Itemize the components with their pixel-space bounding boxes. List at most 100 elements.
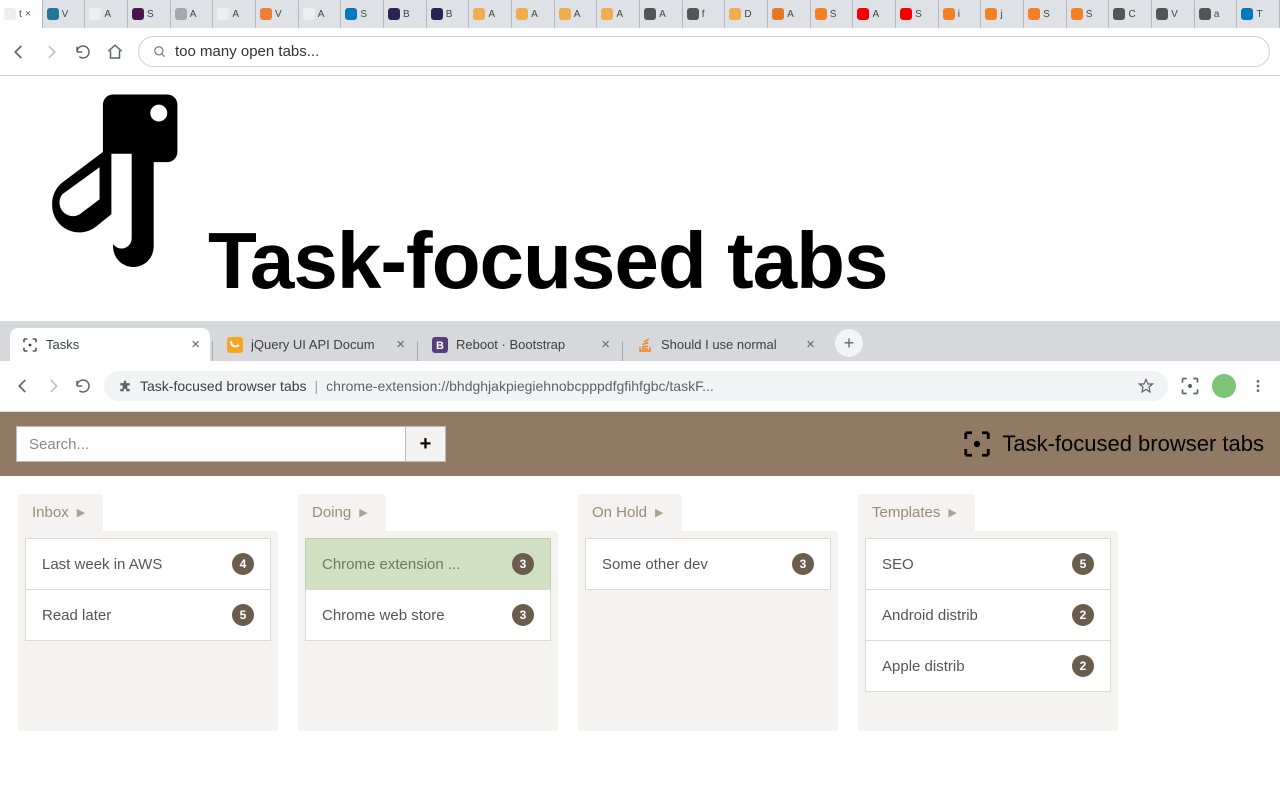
top-tab[interactable]: i bbox=[939, 0, 982, 28]
top-tab[interactable]: V bbox=[43, 0, 86, 28]
top-tab[interactable]: A bbox=[555, 0, 598, 28]
top-tab[interactable]: A bbox=[213, 0, 256, 28]
column-header[interactable]: Templates▶ bbox=[858, 494, 975, 531]
extension-title: Task-focused browser tabs bbox=[1002, 431, 1264, 457]
forward-icon[interactable] bbox=[44, 377, 62, 395]
add-button[interactable]: + bbox=[406, 426, 446, 462]
search-icon bbox=[153, 45, 167, 59]
task-card[interactable]: Some other dev3 bbox=[585, 538, 831, 590]
tab-label: T bbox=[1256, 9, 1262, 20]
browser-tab[interactable]: jQuery UI API Docum× bbox=[215, 328, 415, 361]
tab-label: V bbox=[1171, 9, 1178, 20]
favicon bbox=[217, 8, 229, 20]
tab-label: A bbox=[318, 9, 325, 20]
top-tab[interactable]: D bbox=[725, 0, 768, 28]
back-icon[interactable] bbox=[10, 43, 28, 61]
top-tab[interactable]: A bbox=[640, 0, 683, 28]
task-card[interactable]: Chrome extension ...3 bbox=[305, 538, 551, 590]
favicon bbox=[1156, 8, 1168, 20]
top-tab[interactable]: S bbox=[1067, 0, 1110, 28]
card-label: Android distrib bbox=[882, 607, 978, 624]
card-label: Chrome web store bbox=[322, 607, 445, 624]
top-tab[interactable]: A bbox=[469, 0, 512, 28]
column-body: Some other dev3 bbox=[578, 531, 838, 731]
hero: Task-focused tabs bbox=[0, 76, 1280, 316]
omnibox-ext-name: Task-focused browser tabs bbox=[140, 378, 307, 394]
task-card[interactable]: Apple distrib2 bbox=[865, 640, 1111, 692]
top-tab[interactable]: C bbox=[1109, 0, 1152, 28]
tab-label: f bbox=[702, 9, 705, 20]
top-tab[interactable]: B bbox=[384, 0, 427, 28]
task-card[interactable]: Android distrib2 bbox=[865, 589, 1111, 641]
second-omnibox[interactable]: Task-focused browser tabs | chrome-exten… bbox=[104, 371, 1168, 401]
top-tab[interactable]: S bbox=[341, 0, 384, 28]
top-tab[interactable]: S bbox=[1024, 0, 1067, 28]
top-tab[interactable]: A bbox=[299, 0, 342, 28]
avatar[interactable] bbox=[1212, 374, 1236, 398]
top-tab[interactable]: V bbox=[256, 0, 299, 28]
column-header[interactable]: Inbox▶ bbox=[18, 494, 103, 531]
top-tab[interactable]: S bbox=[896, 0, 939, 28]
column-header[interactable]: Doing▶ bbox=[298, 494, 386, 531]
extension-header: + Task-focused browser tabs bbox=[0, 412, 1280, 476]
hero-title: Task-focused tabs bbox=[208, 221, 887, 306]
top-tab[interactable]: j bbox=[981, 0, 1024, 28]
top-tab[interactable]: A bbox=[768, 0, 811, 28]
back-icon[interactable] bbox=[14, 377, 32, 395]
top-tab[interactable]: S bbox=[128, 0, 171, 28]
browser-tab[interactable]: BReboot · Bootstrap× bbox=[420, 328, 620, 361]
tab-label: S bbox=[915, 9, 922, 20]
close-icon[interactable]: × bbox=[25, 8, 31, 20]
tab-label: A bbox=[659, 9, 666, 20]
home-icon[interactable] bbox=[106, 43, 124, 61]
top-tab[interactable]: V bbox=[1152, 0, 1195, 28]
close-icon[interactable]: × bbox=[191, 336, 200, 353]
favicon: B bbox=[432, 337, 448, 353]
search-input[interactable] bbox=[16, 426, 406, 462]
task-card[interactable]: Chrome web store3 bbox=[305, 589, 551, 641]
task-card[interactable]: Read later5 bbox=[25, 589, 271, 641]
top-tab[interactable]: t× bbox=[0, 0, 43, 28]
star-icon[interactable] bbox=[1138, 378, 1154, 394]
close-icon[interactable]: × bbox=[601, 336, 610, 353]
top-tab[interactable]: A bbox=[171, 0, 214, 28]
favicon bbox=[1199, 8, 1211, 20]
tab-label: V bbox=[275, 9, 282, 20]
reload-icon[interactable] bbox=[74, 43, 92, 61]
top-tab[interactable]: B bbox=[427, 0, 470, 28]
task-card[interactable]: Last week in AWS4 bbox=[25, 538, 271, 590]
forward-icon[interactable] bbox=[42, 43, 60, 61]
tab-label: S bbox=[1086, 9, 1093, 20]
close-icon[interactable]: × bbox=[806, 336, 815, 353]
column-header[interactable]: On Hold▶ bbox=[578, 494, 682, 531]
new-tab-button[interactable]: + bbox=[835, 329, 863, 357]
top-tab[interactable]: S bbox=[811, 0, 854, 28]
top-toolbar: too many open tabs... bbox=[0, 28, 1280, 76]
tab-label: A bbox=[104, 9, 111, 20]
close-icon[interactable]: × bbox=[396, 336, 405, 353]
top-tab[interactable]: A bbox=[85, 0, 128, 28]
omnibox-separator: | bbox=[315, 378, 319, 394]
favicon bbox=[132, 8, 144, 20]
top-tab[interactable]: T bbox=[1237, 0, 1280, 28]
top-tab[interactable]: a bbox=[1195, 0, 1238, 28]
favicon bbox=[47, 8, 59, 20]
browser-tab[interactable]: Should I use normal× bbox=[625, 328, 825, 361]
tab-label: B bbox=[446, 9, 453, 20]
favicon bbox=[89, 8, 101, 20]
board-column: Templates▶ SEO5Android distrib2Apple dist… bbox=[858, 494, 1118, 731]
task-card[interactable]: SEO5 bbox=[865, 538, 1111, 590]
menu-icon[interactable] bbox=[1250, 378, 1266, 394]
favicon bbox=[772, 8, 784, 20]
reload-icon[interactable] bbox=[74, 377, 92, 395]
top-tab[interactable]: A bbox=[853, 0, 896, 28]
column-title: Templates bbox=[872, 504, 940, 521]
top-omnibox[interactable]: too many open tabs... bbox=[138, 36, 1270, 67]
top-tab[interactable]: A bbox=[597, 0, 640, 28]
top-tab[interactable]: f bbox=[683, 0, 726, 28]
top-tab[interactable]: A bbox=[512, 0, 555, 28]
favicon bbox=[260, 8, 272, 20]
browser-tab[interactable]: Tasks × bbox=[10, 328, 210, 361]
capture-icon[interactable] bbox=[1180, 376, 1200, 396]
tab-label: Tasks bbox=[46, 337, 183, 352]
